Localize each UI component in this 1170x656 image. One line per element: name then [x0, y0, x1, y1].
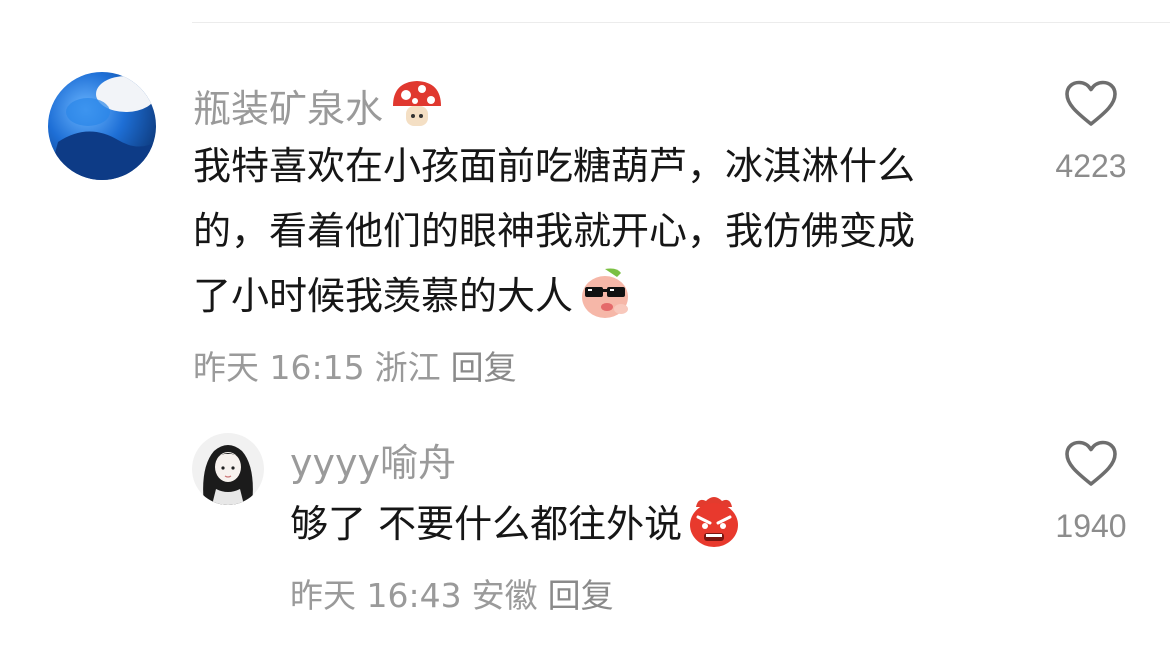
angry-face-emoji	[686, 493, 742, 569]
avatar[interactable]	[192, 433, 264, 505]
like-control[interactable]: 1940	[1031, 440, 1151, 546]
comment-text-line: 够了 不要什么都往外说	[290, 502, 683, 546]
username[interactable]: yyyy喻舟	[290, 440, 456, 486]
comment-meta: 昨天 16:43 安徽 回复	[290, 576, 624, 616]
timestamp: 昨天 16:43	[290, 576, 462, 615]
comment-text: 够了 不要什么都往外说	[290, 492, 1010, 569]
username-text: yyyy喻舟	[290, 441, 456, 485]
like-count: 1940	[1055, 508, 1127, 544]
location: 安徽	[471, 576, 538, 615]
comment-2: yyyy喻舟 够了 不要什么都往外说 昨天 16:43 安徽 回复 1940	[0, 0, 1170, 656]
heart-icon[interactable]	[1064, 440, 1118, 488]
reply-button[interactable]: 回复	[548, 576, 614, 615]
